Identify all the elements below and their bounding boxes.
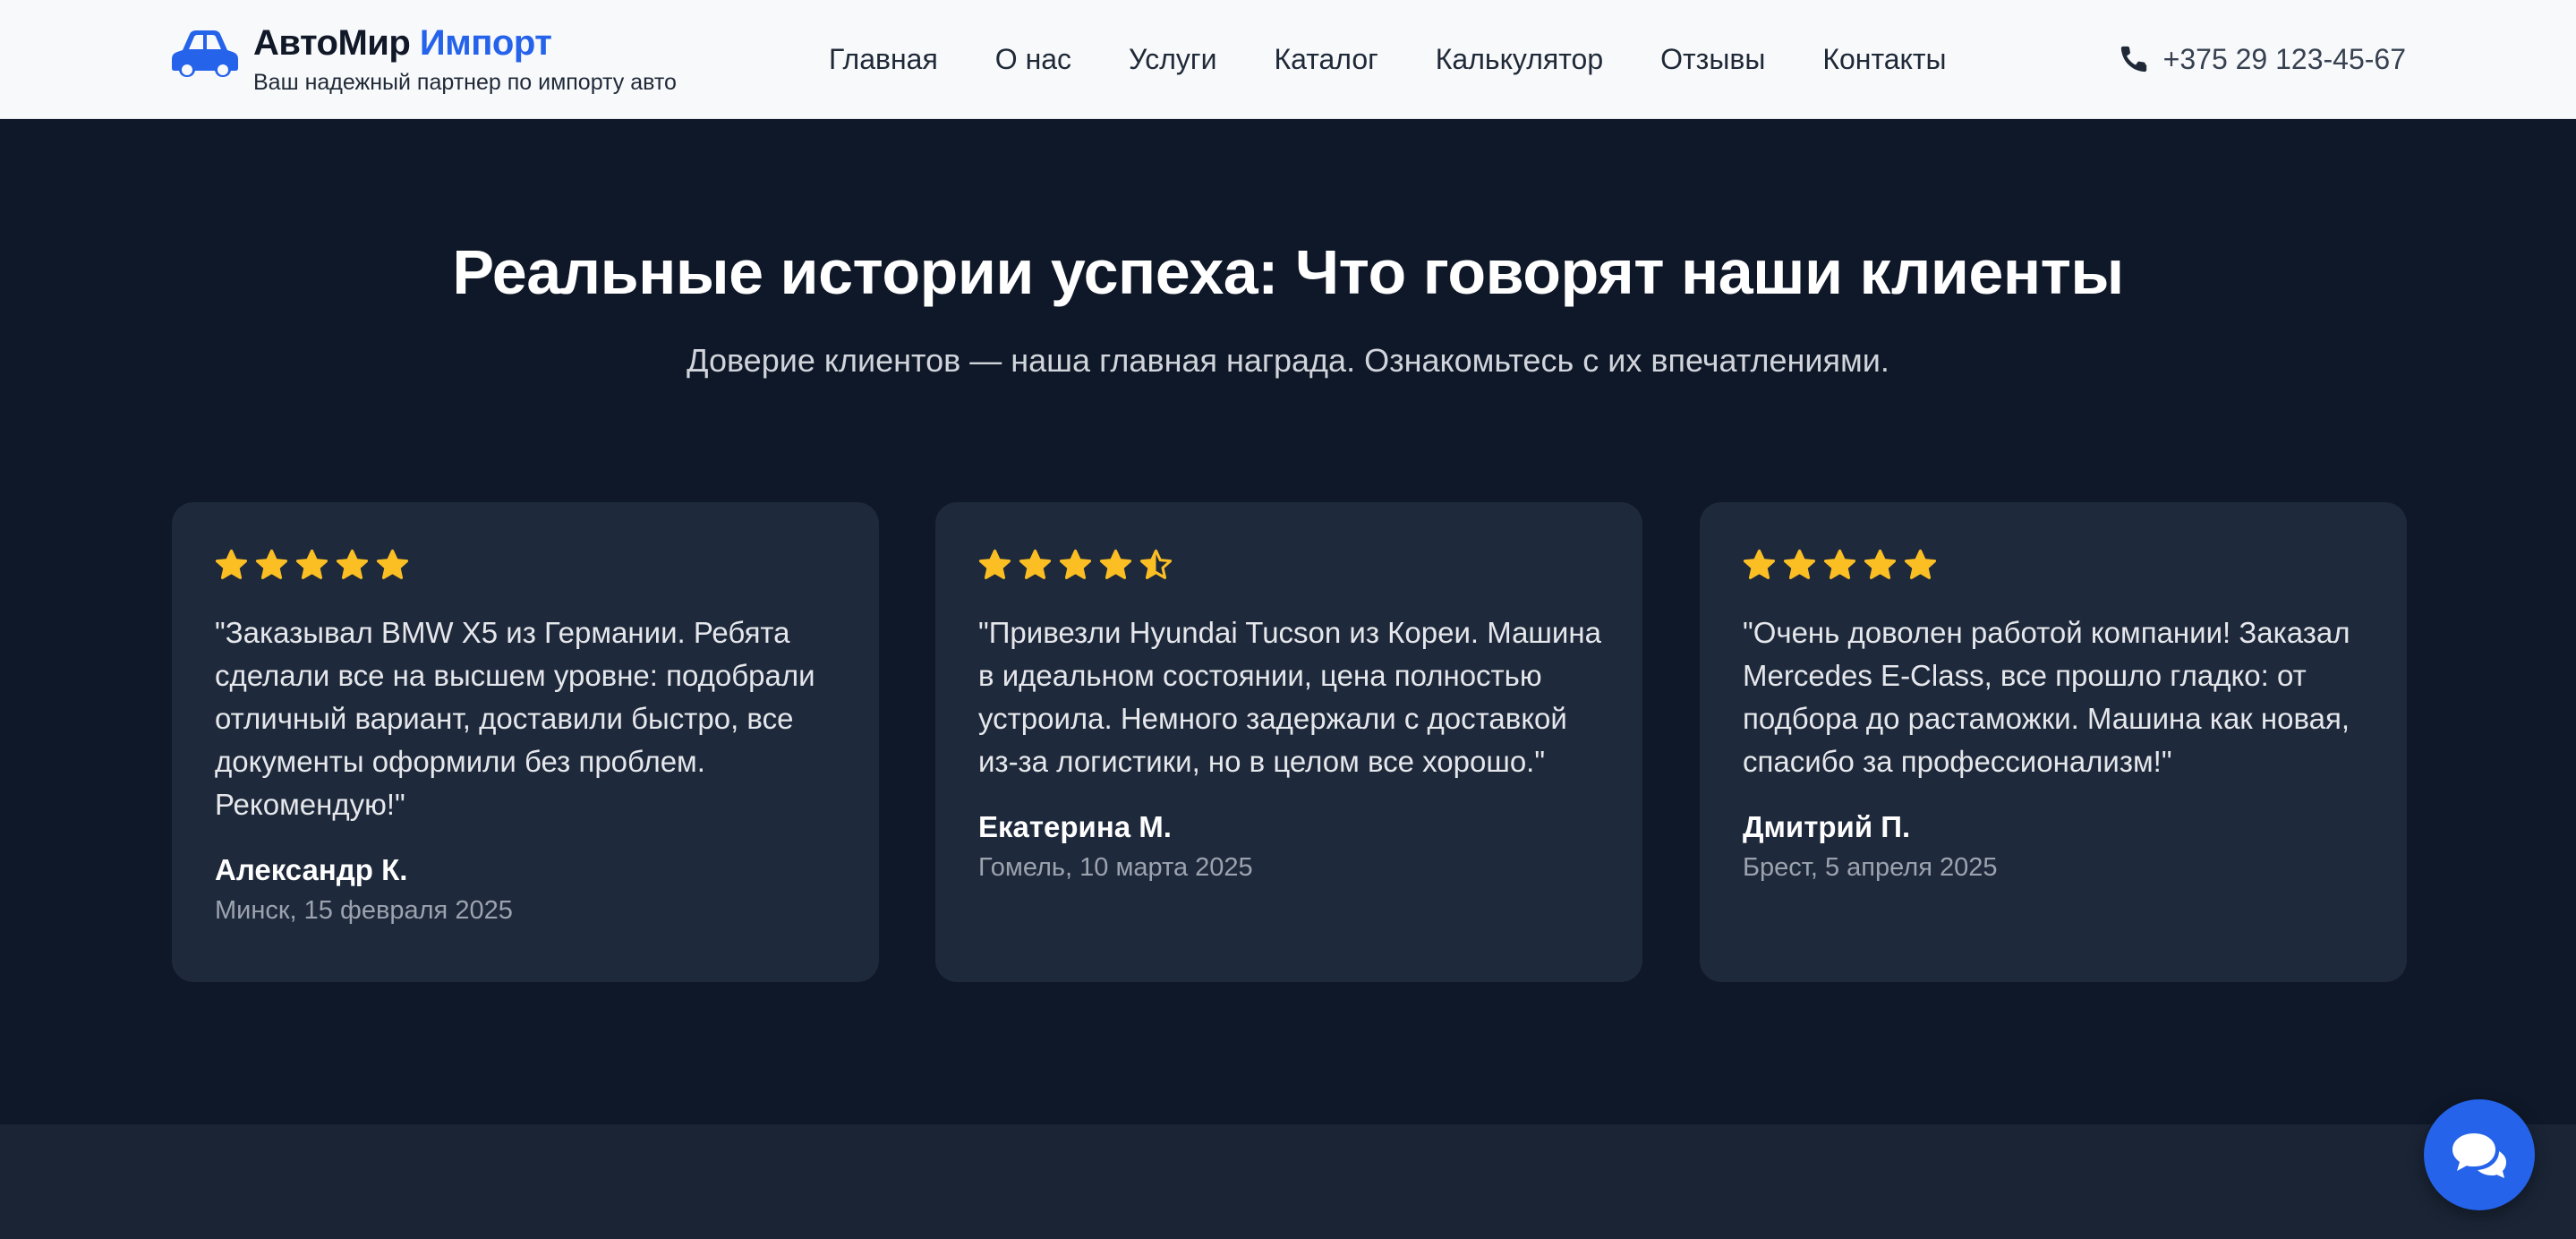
reviews-section: Реальные истории успеха: Что говорят наш… xyxy=(0,120,2576,1124)
review-meta: Брест, 5 апреля 2025 xyxy=(1743,853,1998,882)
brand-name[interactable]: АвтоМир Импорт xyxy=(253,23,552,64)
chat-bubbles-icon xyxy=(2452,1133,2506,1178)
review-author: Екатерина М. xyxy=(978,810,1172,843)
star-full-icon xyxy=(1059,549,1092,579)
review-author: Александр К. xyxy=(215,853,408,886)
review-card: "Очень доволен работой компании! Заказал… xyxy=(1700,502,2407,982)
nav-item-catalog[interactable]: Каталог xyxy=(1274,41,1378,77)
section-subtitle: Доверие клиентов — наша главная награда.… xyxy=(687,342,1889,379)
phone-number: +375 29 123-45-67 xyxy=(2162,42,2406,75)
star-full-icon xyxy=(215,549,248,579)
nav-item-home[interactable]: Главная xyxy=(829,41,938,77)
nav-item-services[interactable]: Услуги xyxy=(1129,41,1216,77)
star-half-icon xyxy=(1139,549,1173,579)
nav-item-about[interactable]: О нас xyxy=(995,41,1071,77)
star-full-icon xyxy=(1099,549,1132,579)
site-header: АвтоМир Импорт Ваш надежный партнер по и… xyxy=(0,0,2576,119)
brand-main: АвтоМир xyxy=(253,23,411,63)
review-meta: Минск, 15 февраля 2025 xyxy=(215,896,513,925)
star-full-icon xyxy=(1864,549,1897,579)
nav-item-reviews[interactable]: Отзывы xyxy=(1660,41,1765,77)
star-full-icon xyxy=(978,549,1011,579)
review-quote: "Привезли Hyundai Tucson из Кореи. Машин… xyxy=(978,616,1601,778)
star-rating xyxy=(978,549,1173,582)
phone-icon xyxy=(2120,46,2146,73)
brand-tagline: Ваш надежный партнер по импорту авто xyxy=(253,70,677,95)
review-author: Дмитрий П. xyxy=(1743,810,1911,843)
nav-item-contacts[interactable]: Контакты xyxy=(1822,41,1946,77)
star-full-icon xyxy=(1019,549,1052,579)
nav-item-calculator[interactable]: Калькулятор xyxy=(1436,41,1603,77)
star-full-icon xyxy=(255,549,288,579)
review-quote: "Заказывал BMW X5 из Германии. Ребята сд… xyxy=(215,616,815,821)
star-rating xyxy=(1743,549,1937,582)
star-full-icon xyxy=(1743,549,1776,579)
section-title: Реальные истории успеха: Что говорят наш… xyxy=(452,237,2124,307)
star-full-icon xyxy=(1783,549,1816,579)
car-icon[interactable] xyxy=(170,27,240,81)
review-card: "Привезли Hyundai Tucson из Кореи. Машин… xyxy=(935,502,1642,982)
star-full-icon xyxy=(1904,549,1937,579)
review-meta: Гомель, 10 марта 2025 xyxy=(978,853,1253,882)
star-full-icon xyxy=(1823,549,1856,579)
star-full-icon xyxy=(376,549,409,579)
review-quote: "Очень доволен работой компании! Заказал… xyxy=(1743,616,2350,778)
star-full-icon xyxy=(336,549,369,579)
next-section xyxy=(0,1124,2576,1239)
star-full-icon xyxy=(295,549,328,579)
star-rating xyxy=(215,549,409,582)
brand-accent: Импорт xyxy=(419,23,552,63)
main-nav: Главная О нас Услуги Каталог Калькулятор… xyxy=(829,41,1947,77)
chat-button[interactable] xyxy=(2424,1099,2535,1210)
review-card: "Заказывал BMW X5 из Германии. Ребята сд… xyxy=(172,502,879,982)
phone-link[interactable]: +375 29 123-45-67 xyxy=(2119,41,2406,77)
